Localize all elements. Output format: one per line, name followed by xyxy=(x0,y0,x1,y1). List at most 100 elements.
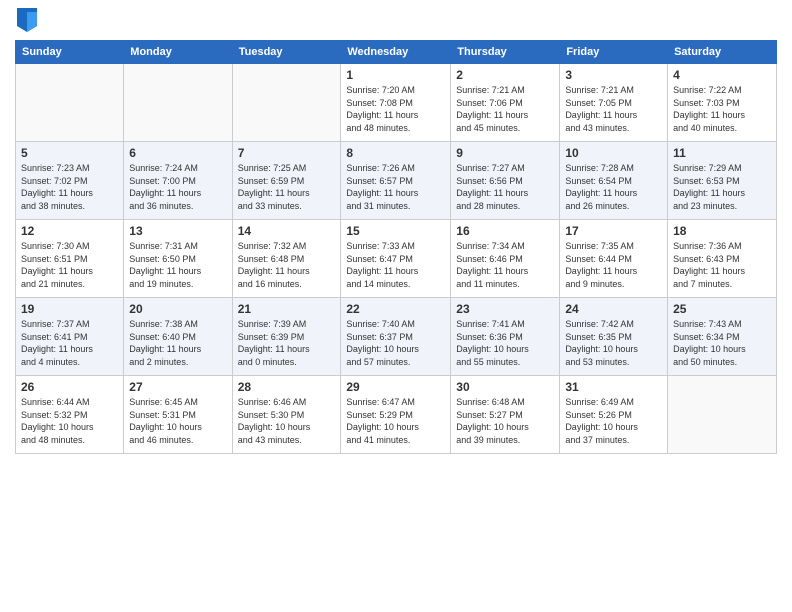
day-number: 14 xyxy=(238,224,336,238)
day-number: 2 xyxy=(456,68,554,82)
day-info: Sunrise: 7:21 AM Sunset: 7:06 PM Dayligh… xyxy=(456,84,554,134)
calendar-cell: 31 Sunrise: 6:49 AM Sunset: 5:26 PM Dayli… xyxy=(560,376,668,454)
day-number: 20 xyxy=(129,302,226,316)
weekday-header: Friday xyxy=(560,41,668,64)
weekday-header: Saturday xyxy=(668,41,777,64)
day-number: 1 xyxy=(346,68,445,82)
day-number: 4 xyxy=(673,68,771,82)
day-number: 22 xyxy=(346,302,445,316)
day-number: 5 xyxy=(21,146,118,160)
calendar-cell: 9 Sunrise: 7:27 AM Sunset: 6:56 PM Daylig… xyxy=(451,142,560,220)
day-number: 27 xyxy=(129,380,226,394)
day-info: Sunrise: 7:23 AM Sunset: 7:02 PM Dayligh… xyxy=(21,162,118,212)
calendar-cell: 19Sunrise: 7:37 AM Sunset: 6:41 PM Dayli… xyxy=(16,298,124,376)
calendar-cell: 8 Sunrise: 7:26 AM Sunset: 6:57 PM Daylig… xyxy=(341,142,451,220)
weekday-header: Thursday xyxy=(451,41,560,64)
weekday-header: Wednesday xyxy=(341,41,451,64)
calendar-cell xyxy=(124,64,232,142)
calendar-cell: 4 Sunrise: 7:22 AM Sunset: 7:03 PM Daylig… xyxy=(668,64,777,142)
day-info: Sunrise: 7:40 AM Sunset: 6:37 PM Dayligh… xyxy=(346,318,445,368)
calendar-cell: 26Sunrise: 6:44 AM Sunset: 5:32 PM Dayli… xyxy=(16,376,124,454)
day-number: 18 xyxy=(673,224,771,238)
day-number: 11 xyxy=(673,146,771,160)
calendar-cell: 10 Sunrise: 7:28 AM Sunset: 6:54 PM Dayli… xyxy=(560,142,668,220)
calendar-cell: 24 Sunrise: 7:42 AM Sunset: 6:35 PM Dayli… xyxy=(560,298,668,376)
day-info: Sunrise: 7:28 AM Sunset: 6:54 PM Dayligh… xyxy=(565,162,662,212)
calendar-cell: 23 Sunrise: 7:41 AM Sunset: 6:36 PM Dayli… xyxy=(451,298,560,376)
day-info: Sunrise: 7:35 AM Sunset: 6:44 PM Dayligh… xyxy=(565,240,662,290)
calendar-cell: 25 Sunrise: 7:43 AM Sunset: 6:34 PM Dayli… xyxy=(668,298,777,376)
calendar-cell xyxy=(668,376,777,454)
day-number: 8 xyxy=(346,146,445,160)
day-number: 24 xyxy=(565,302,662,316)
day-number: 3 xyxy=(565,68,662,82)
calendar-cell: 11 Sunrise: 7:29 AM Sunset: 6:53 PM Dayli… xyxy=(668,142,777,220)
day-info: Sunrise: 7:25 AM Sunset: 6:59 PM Dayligh… xyxy=(238,162,336,212)
day-info: Sunrise: 7:42 AM Sunset: 6:35 PM Dayligh… xyxy=(565,318,662,368)
calendar-cell: 1 Sunrise: 7:20 AM Sunset: 7:08 PM Daylig… xyxy=(341,64,451,142)
calendar-cell: 2 Sunrise: 7:21 AM Sunset: 7:06 PM Daylig… xyxy=(451,64,560,142)
calendar-cell: 12 Sunrise: 7:30 AM Sunset: 6:51 PM Dayli… xyxy=(16,220,124,298)
calendar-cell: 22 Sunrise: 7:40 AM Sunset: 6:37 PM Dayli… xyxy=(341,298,451,376)
day-number: 31 xyxy=(565,380,662,394)
logo xyxy=(15,10,37,32)
day-number: 17 xyxy=(565,224,662,238)
logo-text xyxy=(15,10,37,32)
day-info: Sunrise: 7:21 AM Sunset: 7:05 PM Dayligh… xyxy=(565,84,662,134)
day-info: Sunrise: 6:49 AM Sunset: 5:26 PM Dayligh… xyxy=(565,396,662,446)
day-number: 21 xyxy=(238,302,336,316)
calendar-cell: 20 Sunrise: 7:38 AM Sunset: 6:40 PM Dayli… xyxy=(124,298,232,376)
calendar-cell: 28 Sunrise: 6:46 AM Sunset: 5:30 PM Dayli… xyxy=(232,376,341,454)
day-info: Sunrise: 6:47 AM Sunset: 5:29 PM Dayligh… xyxy=(346,396,445,446)
day-info: Sunrise: 7:20 AM Sunset: 7:08 PM Dayligh… xyxy=(346,84,445,134)
day-number: 9 xyxy=(456,146,554,160)
day-number: 10 xyxy=(565,146,662,160)
calendar-cell: 16Sunrise: 7:34 AM Sunset: 6:46 PM Dayli… xyxy=(451,220,560,298)
day-number: 7 xyxy=(238,146,336,160)
day-info: Sunrise: 7:39 AM Sunset: 6:39 PM Dayligh… xyxy=(238,318,336,368)
day-info: Sunrise: 7:43 AM Sunset: 6:34 PM Dayligh… xyxy=(673,318,771,368)
day-number: 15 xyxy=(346,224,445,238)
day-info: Sunrise: 7:22 AM Sunset: 7:03 PM Dayligh… xyxy=(673,84,771,134)
logo-icon xyxy=(17,8,37,32)
day-number: 26 xyxy=(21,380,118,394)
calendar-cell: 27 Sunrise: 6:45 AM Sunset: 5:31 PM Dayli… xyxy=(124,376,232,454)
day-info: Sunrise: 7:37 AM Sunset: 6:41 PM Dayligh… xyxy=(21,318,118,368)
day-number: 6 xyxy=(129,146,226,160)
calendar-cell: 15 Sunrise: 7:33 AM Sunset: 6:47 PM Dayli… xyxy=(341,220,451,298)
day-info: Sunrise: 7:24 AM Sunset: 7:00 PM Dayligh… xyxy=(129,162,226,212)
calendar-cell: 30 Sunrise: 6:48 AM Sunset: 5:27 PM Dayli… xyxy=(451,376,560,454)
day-info: Sunrise: 6:46 AM Sunset: 5:30 PM Dayligh… xyxy=(238,396,336,446)
day-number: 12 xyxy=(21,224,118,238)
calendar-cell: 21 Sunrise: 7:39 AM Sunset: 6:39 PM Dayli… xyxy=(232,298,341,376)
page: SundayMondayTuesdayWednesdayThursdayFrid… xyxy=(0,0,792,612)
day-number: 25 xyxy=(673,302,771,316)
weekday-header: Sunday xyxy=(16,41,124,64)
calendar-cell: 13 Sunrise: 7:31 AM Sunset: 6:50 PM Dayli… xyxy=(124,220,232,298)
day-info: Sunrise: 6:48 AM Sunset: 5:27 PM Dayligh… xyxy=(456,396,554,446)
day-info: Sunrise: 7:31 AM Sunset: 6:50 PM Dayligh… xyxy=(129,240,226,290)
day-number: 28 xyxy=(238,380,336,394)
day-info: Sunrise: 7:33 AM Sunset: 6:47 PM Dayligh… xyxy=(346,240,445,290)
calendar-cell xyxy=(232,64,341,142)
day-info: Sunrise: 7:29 AM Sunset: 6:53 PM Dayligh… xyxy=(673,162,771,212)
day-info: Sunrise: 7:38 AM Sunset: 6:40 PM Dayligh… xyxy=(129,318,226,368)
day-number: 13 xyxy=(129,224,226,238)
day-info: Sunrise: 7:32 AM Sunset: 6:48 PM Dayligh… xyxy=(238,240,336,290)
weekday-header: Monday xyxy=(124,41,232,64)
header xyxy=(15,10,777,32)
day-info: Sunrise: 7:30 AM Sunset: 6:51 PM Dayligh… xyxy=(21,240,118,290)
calendar-cell: 3 Sunrise: 7:21 AM Sunset: 7:05 PM Daylig… xyxy=(560,64,668,142)
calendar-cell: 18 Sunrise: 7:36 AM Sunset: 6:43 PM Dayli… xyxy=(668,220,777,298)
day-number: 30 xyxy=(456,380,554,394)
day-number: 23 xyxy=(456,302,554,316)
day-info: Sunrise: 7:34 AM Sunset: 6:46 PM Dayligh… xyxy=(456,240,554,290)
day-info: Sunrise: 7:41 AM Sunset: 6:36 PM Dayligh… xyxy=(456,318,554,368)
day-info: Sunrise: 7:26 AM Sunset: 6:57 PM Dayligh… xyxy=(346,162,445,212)
day-info: Sunrise: 6:45 AM Sunset: 5:31 PM Dayligh… xyxy=(129,396,226,446)
calendar-cell: 29Sunrise: 6:47 AM Sunset: 5:29 PM Dayli… xyxy=(341,376,451,454)
calendar-cell: 6 Sunrise: 7:24 AM Sunset: 7:00 PM Daylig… xyxy=(124,142,232,220)
calendar-cell xyxy=(16,64,124,142)
day-info: Sunrise: 7:27 AM Sunset: 6:56 PM Dayligh… xyxy=(456,162,554,212)
day-info: Sunrise: 7:36 AM Sunset: 6:43 PM Dayligh… xyxy=(673,240,771,290)
